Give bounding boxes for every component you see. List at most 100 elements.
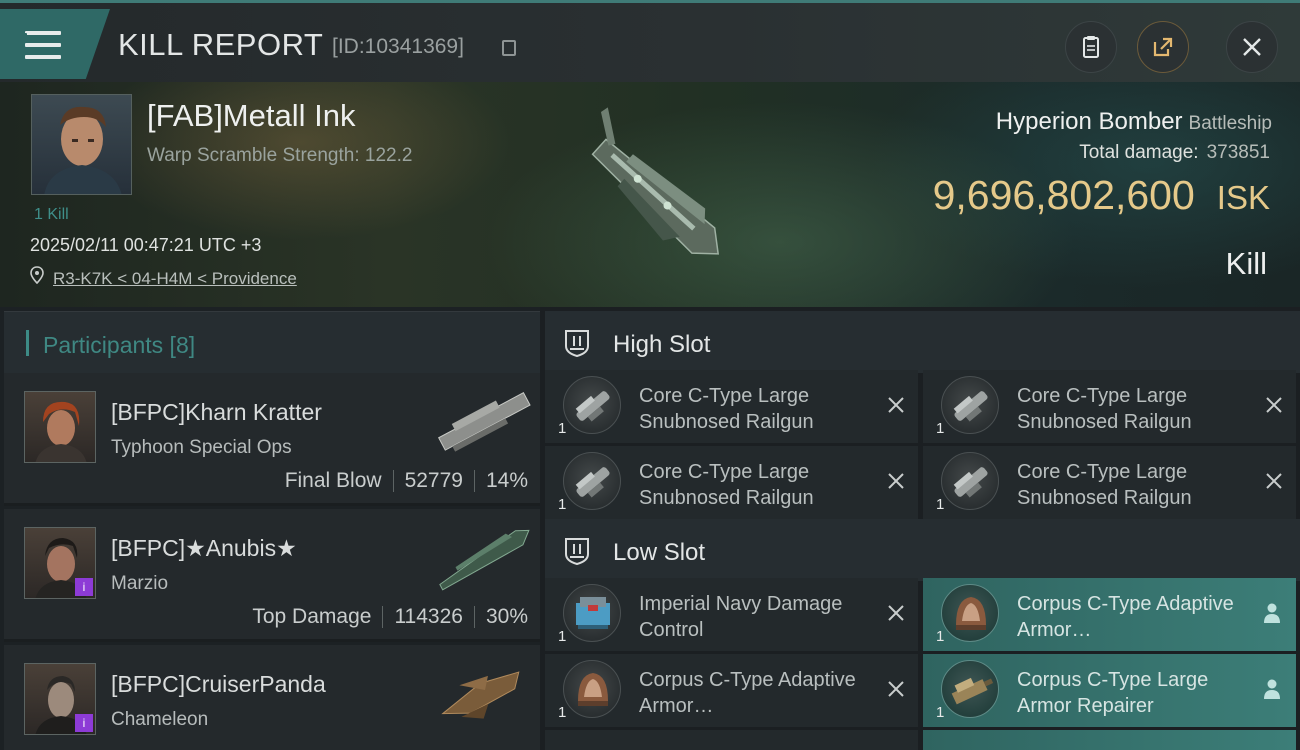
module-quantity: 1 <box>558 704 567 721</box>
page-title: KILL REPORT <box>118 27 324 62</box>
participant-damage: 114326 <box>394 605 463 628</box>
high-slot-icon <box>565 330 589 358</box>
fittings-panel: High Slot 1 Core C-Type Large Snubnosed … <box>545 307 1300 750</box>
participant-portrait[interactable] <box>24 391 96 463</box>
x-mark-icon <box>1266 473 1282 489</box>
x-mark-icon <box>888 473 904 489</box>
warp-scramble-strength: Warp Scramble Strength: 122.2 <box>147 145 413 166</box>
participant-percent: 30% <box>485 605 528 628</box>
module-item[interactable]: 1 Corpus C-Type Adaptive Armor… <box>923 578 1296 651</box>
ship-name-text: Hyperion Bomber <box>995 108 1183 135</box>
module-name: Corpus C-Type Adaptive Armor… <box>1017 593 1234 641</box>
participant-ship: Chameleon <box>111 709 209 730</box>
armor-hardener-icon <box>941 584 999 642</box>
module-item[interactable]: 1 Core C-Type Large Snubnosed Railgun <box>923 446 1296 519</box>
railgun-icon <box>941 376 999 434</box>
module-item[interactable]: 1 Corpus C-Type Adaptive Armor… <box>545 654 918 727</box>
pilot-icon <box>1264 679 1280 699</box>
participant-label: Top Damage <box>252 605 372 628</box>
railgun-icon <box>941 452 999 510</box>
participant-ship-image <box>441 671 520 719</box>
module-quantity: 1 <box>936 420 945 437</box>
isk-amount: 9,696,802,600 <box>932 172 1195 218</box>
module-item[interactable]: 1 Core C-Type Large Snubnosed Railgun <box>545 446 918 519</box>
participant-stats: Top Damage 114326 30% <box>252 605 528 629</box>
damage-control-icon <box>563 584 621 642</box>
module-name: Core C-Type Large Snubnosed Railgun <box>639 385 814 433</box>
participant-row[interactable]: i [BFPC]★Anubis★ Marzio Top Damage 11432… <box>4 509 540 642</box>
close-button[interactable] <box>1226 21 1278 73</box>
low-slot-header: Low Slot <box>545 519 1300 581</box>
module-item[interactable]: 1 Imperial Navy Damage Control <box>545 578 918 651</box>
participant-damage: 52779 <box>404 469 463 492</box>
module-name: Core C-Type Large Snubnosed Railgun <box>1017 461 1192 509</box>
participants-title: Participants [8] <box>43 332 196 358</box>
clipboard-icon <box>1083 36 1099 58</box>
victim-ship-image[interactable] <box>550 92 760 302</box>
module-item[interactable] <box>545 730 918 750</box>
module-name: Corpus C-Type Adaptive Armor… <box>639 669 856 717</box>
module-name: Core C-Type Large Snubnosed Railgun <box>639 461 814 509</box>
high-slot-header: High Slot <box>545 311 1300 373</box>
victim-ship-name[interactable]: Hyperion Bomber Battleship <box>996 108 1272 136</box>
module-quantity: 1 <box>558 628 567 645</box>
module-item[interactable] <box>923 730 1296 750</box>
kill-timestamp: 2025/02/11 00:47:21 UTC +3 <box>30 235 262 255</box>
module-name: Core C-Type Large Snubnosed Railgun <box>1017 385 1192 433</box>
location-link[interactable]: R3-K7K < 04-H4M < Providence <box>53 269 297 289</box>
armor-hardener-icon <box>563 660 621 718</box>
top-bar: KILL REPORT [ID:10341369] <box>0 0 1300 82</box>
participants-header: Participants [8] <box>4 311 540 373</box>
hamburger-icon <box>22 31 61 61</box>
total-damage: Total damage: 373851 <box>1079 142 1270 164</box>
railgun-icon <box>563 452 621 510</box>
copy-icon[interactable] <box>502 40 516 56</box>
isk-value: 9,696,802,600 ISK <box>933 172 1270 219</box>
isk-unit: ISK <box>1216 179 1270 216</box>
module-name: Imperial Navy Damage Control <box>639 593 843 641</box>
participants-panel: Participants [8] [BFPC]Kharn Kratter Typ… <box>0 307 540 750</box>
participant-ship-image <box>439 529 530 591</box>
railgun-icon <box>563 376 621 434</box>
module-quantity: 1 <box>558 420 567 437</box>
low-slot-icon <box>565 538 589 566</box>
participant-name[interactable]: [BFPC]CruiserPanda <box>111 671 326 698</box>
armor-repairer-icon <box>941 660 999 718</box>
close-icon <box>1243 38 1261 56</box>
participant-ship-image <box>438 392 531 452</box>
participant-name[interactable]: [BFPC]★Anubis★ <box>111 535 297 562</box>
module-item[interactable]: 1 Core C-Type Large Snubnosed Railgun <box>545 370 918 443</box>
participant-row[interactable]: [BFPC]Kharn Kratter Typhoon Special Ops … <box>4 373 540 506</box>
participant-portrait[interactable]: i <box>24 663 96 735</box>
module-quantity: 1 <box>936 704 945 721</box>
victim-name[interactable]: [FAB]Metall Ink <box>147 98 355 134</box>
victim-portrait[interactable] <box>31 94 132 195</box>
total-damage-value: 373851 <box>1206 142 1270 163</box>
pilot-icon <box>1264 603 1280 623</box>
participant-percent: 14% <box>485 469 528 492</box>
participant-ship: Typhoon Special Ops <box>111 437 292 458</box>
victim-banner: [FAB]Metall Ink Warp Scramble Strength: … <box>0 82 1300 307</box>
module-quantity: 1 <box>936 496 945 513</box>
participant-row[interactable]: i [BFPC]CruiserPanda Chameleon <box>4 645 540 750</box>
participant-ship: Marzio <box>111 573 169 594</box>
clipboard-button[interactable] <box>1065 21 1117 73</box>
module-item[interactable]: 1 Core C-Type Large Snubnosed Railgun <box>923 370 1296 443</box>
menu-button[interactable] <box>0 9 110 79</box>
kills-link[interactable]: 1 Kill <box>34 206 69 224</box>
module-item[interactable]: 1 Corpus C-Type Large Armor Repairer <box>923 654 1296 727</box>
high-slot-title: High Slot <box>613 331 711 358</box>
share-button[interactable] <box>1137 21 1189 73</box>
participant-name[interactable]: [BFPC]Kharn Kratter <box>111 399 322 426</box>
share-icon <box>1153 37 1173 57</box>
low-slot-title: Low Slot <box>613 539 706 566</box>
module-name: Corpus C-Type Large Armor Repairer <box>1017 669 1209 717</box>
kill-result: Kill <box>1225 246 1267 281</box>
module-quantity: 1 <box>936 628 945 645</box>
map-pin-icon <box>30 266 44 284</box>
participant-portrait[interactable]: i <box>24 527 96 599</box>
participant-label: Final Blow <box>284 469 382 492</box>
x-mark-icon <box>888 681 904 697</box>
total-damage-label: Total damage: <box>1079 142 1199 163</box>
participant-badge: i <box>75 578 93 596</box>
